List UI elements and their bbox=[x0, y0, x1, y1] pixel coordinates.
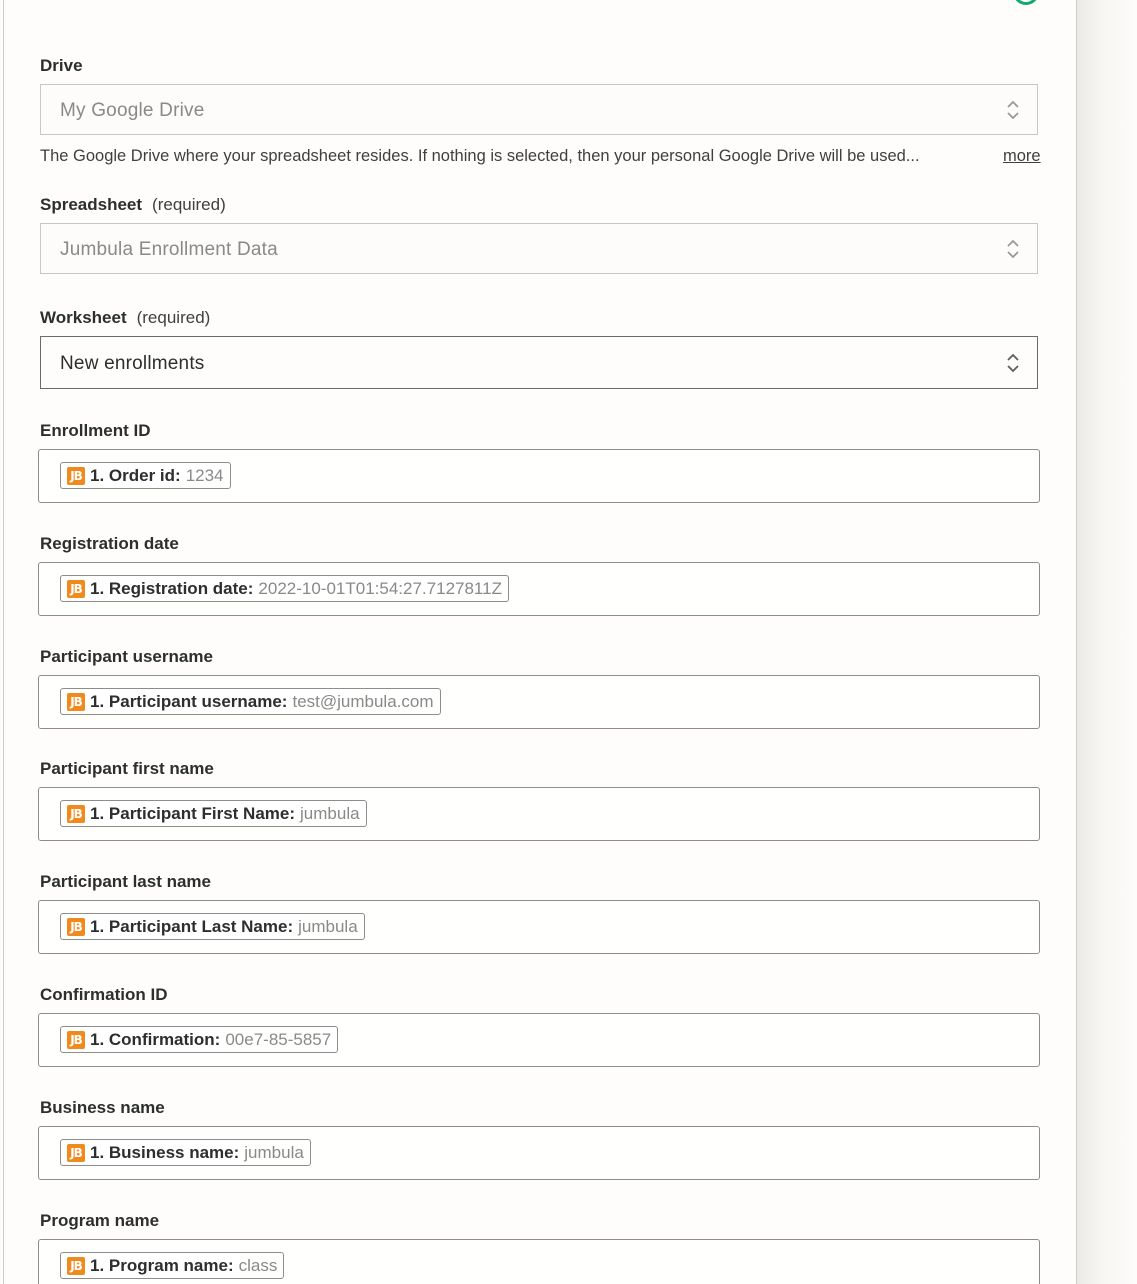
jumbula-app-icon: JB bbox=[67, 466, 85, 485]
jumbula-app-icon: JB bbox=[67, 804, 85, 823]
mapping-field-confirmation-id: Confirmation ID JB 1. Confirmation: 00e7… bbox=[37, 985, 1041, 1067]
pill-value: jumbula bbox=[300, 803, 360, 823]
mapping-input[interactable]: JB 1. Order id: 1234 bbox=[38, 449, 1040, 503]
mapping-input[interactable]: JB 1. Participant Last Name: jumbula bbox=[38, 900, 1040, 954]
drive-help-text: The Google Drive where your spreadsheet … bbox=[40, 147, 920, 165]
pill-value: jumbula bbox=[244, 1142, 304, 1162]
mapping-field-registration-date: Registration date JB 1. Registration dat… bbox=[37, 534, 1041, 616]
panel-shadow bbox=[1077, 0, 1137, 1284]
drive-select[interactable]: My Google Drive bbox=[40, 84, 1038, 135]
jumbula-app-icon: JB bbox=[67, 1143, 85, 1162]
jumbula-app-icon: JB bbox=[67, 692, 85, 711]
required-marker: (required) bbox=[136, 308, 211, 327]
data-pill[interactable]: JB 1. Business name: jumbula bbox=[60, 1139, 311, 1166]
drive-field: Drive My Google Drive bbox=[37, 56, 1041, 135]
mapping-input[interactable]: JB 1. Program name: class bbox=[38, 1239, 1040, 1284]
field-label: Program name bbox=[40, 1211, 160, 1230]
spreadsheet-field: Spreadsheet (required) Jumbula Enrollment… bbox=[37, 195, 1041, 274]
worksheet-value: New enrollments bbox=[60, 353, 205, 374]
field-label: Confirmation ID bbox=[40, 985, 168, 1004]
jumbula-app-icon: JB bbox=[67, 1256, 85, 1275]
field-label: Business name bbox=[40, 1098, 165, 1117]
more-link[interactable]: more bbox=[1003, 147, 1041, 166]
field-label: Registration date bbox=[40, 534, 179, 553]
worksheet-label: Worksheet (required) bbox=[40, 308, 211, 327]
pill-value: 1234 bbox=[185, 465, 224, 485]
data-pill[interactable]: JB 1. Program name: class bbox=[60, 1252, 285, 1279]
mapping-input[interactable]: JB 1. Business name: jumbula bbox=[38, 1126, 1040, 1180]
spreadsheet-label: Spreadsheet (required) bbox=[40, 195, 226, 214]
worksheet-field: Worksheet (required) New enrollments bbox=[37, 308, 1041, 389]
pill-key: 1. Participant username: bbox=[90, 691, 288, 711]
spreadsheet-select[interactable]: Jumbula Enrollment Data bbox=[40, 223, 1038, 274]
mapping-input[interactable]: JB 1. Registration date: 2022-10-01T01:5… bbox=[38, 562, 1040, 616]
field-label: Participant username bbox=[40, 647, 213, 666]
pill-key: 1. Order id: bbox=[90, 465, 181, 485]
field-label: Participant last name bbox=[40, 872, 212, 891]
required-marker: (required) bbox=[152, 195, 226, 214]
pill-key: 1. Registration date: bbox=[90, 578, 254, 598]
form-panel bbox=[3, 0, 1077, 1284]
jumbula-app-icon: JB bbox=[67, 1030, 85, 1049]
field-label: Enrollment ID bbox=[40, 421, 151, 440]
spreadsheet-value: Jumbula Enrollment Data bbox=[60, 239, 278, 260]
drive-value: My Google Drive bbox=[60, 100, 205, 121]
data-pill[interactable]: JB 1. Registration date: 2022-10-01T01:5… bbox=[60, 575, 509, 602]
data-pill[interactable]: JB 1. Participant Last Name: jumbula bbox=[60, 913, 365, 940]
pill-key: 1. Business name: bbox=[90, 1142, 240, 1162]
pill-key: 1. Program name: bbox=[90, 1255, 234, 1275]
mapping-input[interactable]: JB 1. Confirmation: 00e7-85-5857 bbox=[38, 1013, 1040, 1067]
drive-label: Drive bbox=[40, 56, 83, 75]
mapping-input[interactable]: JB 1. Participant username: test@jumbula… bbox=[38, 675, 1040, 729]
pill-value: 00e7-85-5857 bbox=[225, 1029, 332, 1049]
chevron-up-down-icon bbox=[1007, 239, 1019, 259]
field-label: Participant first name bbox=[40, 759, 214, 778]
jumbula-app-icon: JB bbox=[67, 917, 85, 936]
pill-value: jumbula bbox=[298, 916, 358, 936]
pill-key: 1. Participant Last Name: bbox=[90, 916, 294, 936]
worksheet-select[interactable]: New enrollments bbox=[40, 336, 1038, 389]
jumbula-app-icon: JB bbox=[67, 579, 85, 598]
data-pill[interactable]: JB 1. Order id: 1234 bbox=[60, 462, 231, 489]
mapping-field-enrollment-id: Enrollment ID JB 1. Order id: 1234 bbox=[37, 421, 1041, 503]
data-pill[interactable]: JB 1. Confirmation: 00e7-85-5857 bbox=[60, 1026, 339, 1053]
mapping-field-participant-username: Participant username JB 1. Participant u… bbox=[37, 647, 1041, 729]
chevron-up-down-icon bbox=[1007, 100, 1019, 120]
mapping-field-business-name: Business name JB 1. Business name: jumbu… bbox=[37, 1098, 1041, 1180]
pill-value: class bbox=[238, 1255, 278, 1275]
pill-key: 1. Confirmation: bbox=[90, 1029, 221, 1049]
data-pill[interactable]: JB 1. Participant username: test@jumbula… bbox=[60, 688, 441, 715]
mapping-field-participant-last-name: Participant last name JB 1. Participant … bbox=[37, 872, 1041, 954]
pill-value: 2022-10-01T01:54:27.7127811Z bbox=[258, 578, 502, 598]
mapping-field-program-name: Program name JB 1. Program name: class bbox=[37, 1211, 1041, 1284]
chevron-up-down-icon bbox=[1007, 353, 1019, 373]
pill-key: 1. Participant First Name: bbox=[90, 803, 296, 823]
mapping-field-participant-first-name: Participant first name JB 1. Participant… bbox=[37, 759, 1041, 841]
mapping-input[interactable]: JB 1. Participant First Name: jumbula bbox=[38, 787, 1040, 841]
data-pill[interactable]: JB 1. Participant First Name: jumbula bbox=[60, 800, 367, 827]
pill-value: test@jumbula.com bbox=[292, 691, 434, 711]
